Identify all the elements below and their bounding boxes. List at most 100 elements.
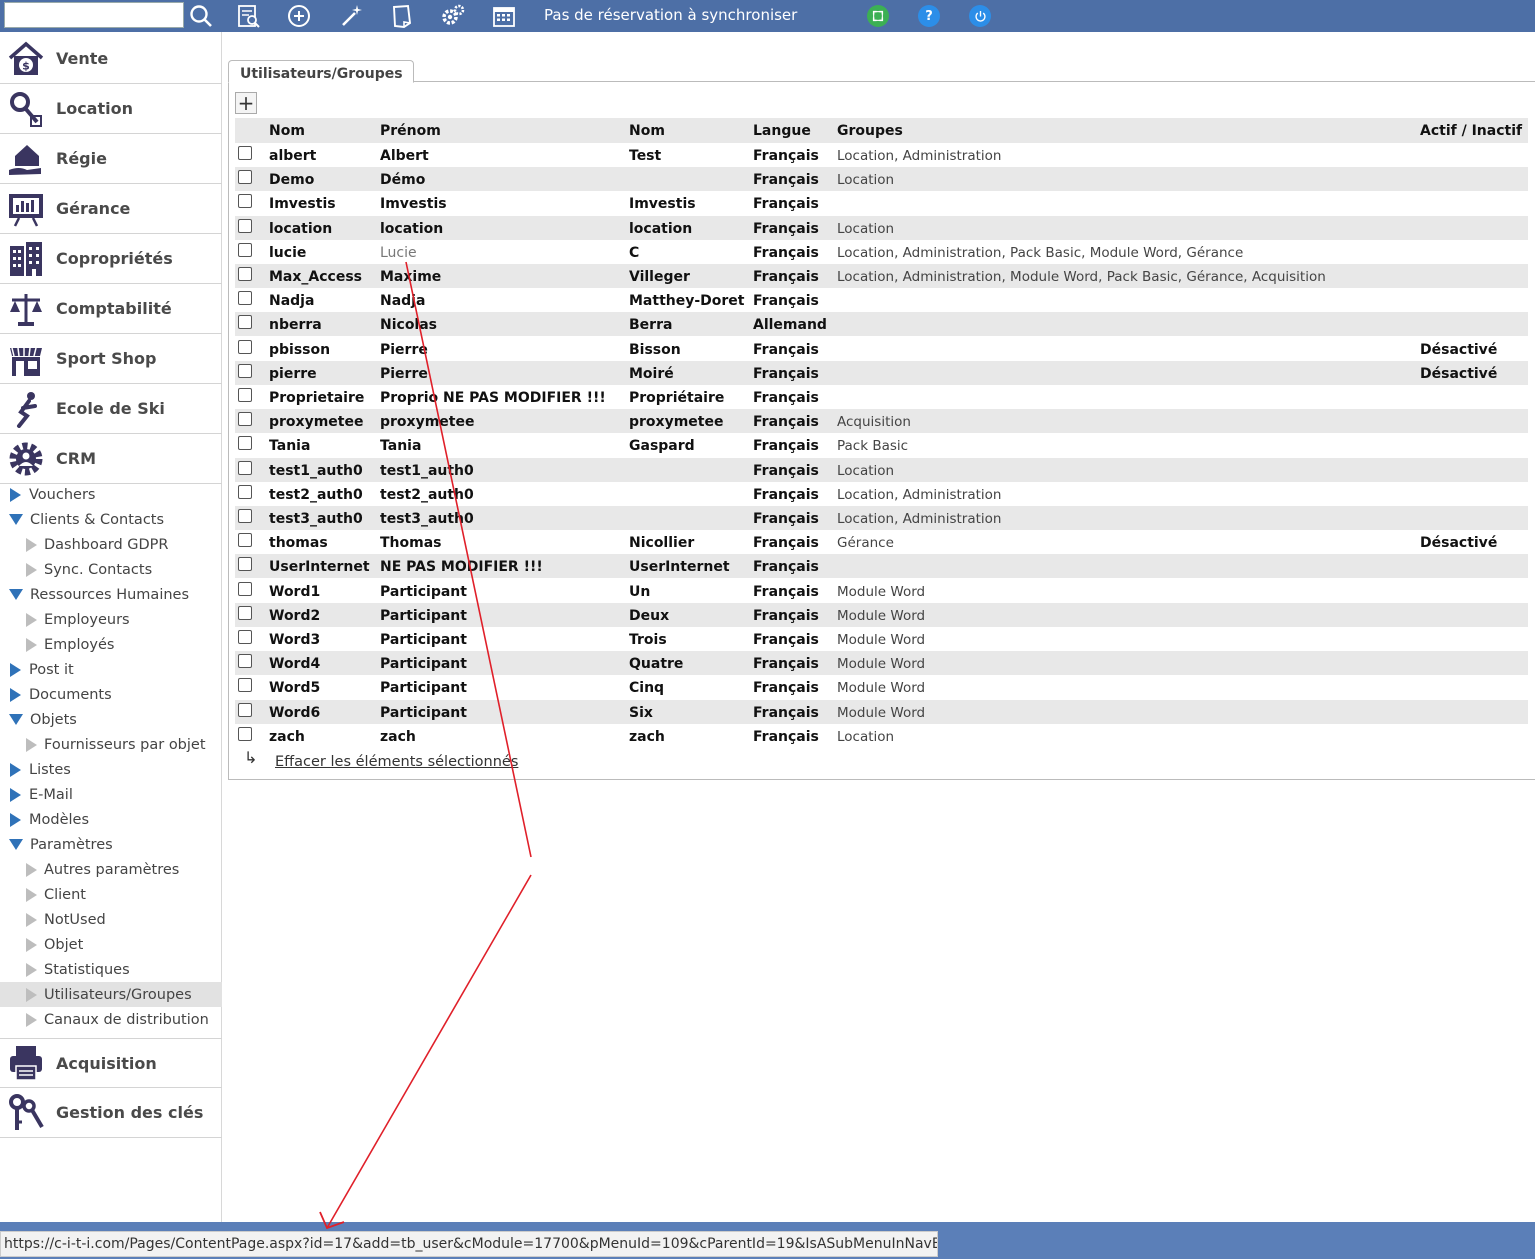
module-coproprietes[interactable]: Copropriétés [0, 234, 222, 284]
table-row[interactable]: proxymetee proxymetee proxymetee Français Ac… [235, 409, 1528, 434]
cell-login[interactable]: Word2 [269, 608, 320, 624]
tab-utilisateurs-groupes[interactable]: Utilisateurs/Groupes [228, 60, 414, 83]
cell-login[interactable]: thomas [269, 535, 328, 551]
cell-login[interactable]: Proprietaire [269, 390, 364, 406]
table-row[interactable]: Imvestis Imvestis Imvestis Français [235, 191, 1528, 215]
cell-login[interactable]: Tania [269, 438, 310, 454]
table-row[interactable]: pierre Pierre Moiré Français Désactivé [235, 360, 1528, 385]
module-location[interactable]: Location [0, 84, 222, 134]
tree-item-autres-parametres[interactable]: Autres paramètres [0, 857, 222, 882]
table-row[interactable]: Word2 Participant Deux Français Module Word [235, 602, 1528, 627]
table-row[interactable]: test3_auth0 test3_auth0 Français Location, … [235, 506, 1528, 530]
column-header-prenom[interactable]: Prénom [380, 123, 441, 139]
row-checkbox[interactable] [238, 412, 252, 427]
row-checkbox[interactable] [238, 702, 252, 717]
row-checkbox[interactable] [238, 363, 252, 378]
table-row[interactable]: zach zach zach Français Location [235, 724, 1528, 748]
module-vente[interactable]: $ Vente [0, 34, 222, 84]
module-gestion-des-cles[interactable]: Gestion des clés [0, 1088, 222, 1138]
table-row[interactable]: nberra Nicolas Berra Allemand [235, 312, 1528, 337]
cell-login[interactable]: Nadja [269, 293, 314, 309]
cell-login[interactable]: Word3 [269, 632, 320, 648]
cell-login[interactable]: Word4 [269, 656, 320, 672]
tree-item-notused[interactable]: NotUsed [0, 907, 222, 932]
tree-item-ressources-humaines[interactable]: Ressources Humaines [0, 582, 222, 607]
report-search-icon[interactable] [233, 1, 263, 31]
row-checkbox[interactable] [238, 170, 252, 185]
cell-login[interactable]: nberra [269, 317, 322, 333]
table-row[interactable]: Nadja Nadja Matthey-Doret Français [235, 288, 1528, 312]
tree-item-vouchers[interactable]: Vouchers [0, 482, 222, 507]
tree-item-documents[interactable]: Documents [0, 682, 222, 707]
cell-login[interactable]: test1_auth0 [269, 463, 363, 479]
cell-login[interactable]: Max_Access [269, 269, 362, 285]
column-header-login[interactable]: Nom [269, 123, 305, 139]
tree-item-listes[interactable]: Listes [0, 757, 222, 782]
search-icon[interactable] [186, 1, 216, 31]
cell-login[interactable]: location [269, 221, 332, 237]
table-row[interactable]: thomas Thomas Nicollier Français Gérance Désa… [235, 530, 1528, 554]
row-checkbox[interactable] [238, 484, 252, 499]
table-row[interactable]: UserInternet NE PAS MODIFIER !!! UserInter… [235, 554, 1528, 579]
table-row[interactable]: Word3 Participant Trois Français Module Word [235, 627, 1528, 651]
table-row[interactable]: pbisson Pierre Bisson Français Désactivé [235, 337, 1528, 361]
note-icon[interactable] [386, 1, 416, 31]
row-checkbox[interactable] [238, 509, 252, 523]
cell-login[interactable]: Word1 [269, 584, 320, 600]
settings-gears-icon[interactable] [438, 1, 468, 31]
tree-item-employeurs[interactable]: Employeurs [0, 607, 222, 632]
cell-login[interactable]: Word6 [269, 705, 320, 721]
column-header-actif-inactif[interactable]: Actif / Inactif [1420, 123, 1522, 139]
tree-item-post-it[interactable]: Post it [0, 657, 222, 682]
row-checkbox[interactable] [238, 194, 252, 209]
cell-login[interactable]: proxymetee [269, 414, 363, 430]
cell-login[interactable]: Imvestis [269, 196, 336, 212]
cell-login[interactable]: Demo [269, 172, 314, 188]
table-row[interactable]: test2_auth0 test2_auth0 Français Location, … [235, 482, 1528, 506]
table-row[interactable]: test1_auth0 test1_auth0 Français Location [235, 457, 1528, 482]
tree-item-employes[interactable]: Employés [0, 632, 222, 657]
row-checkbox[interactable] [238, 557, 252, 572]
power-icon[interactable] [969, 5, 991, 27]
row-checkbox[interactable] [238, 533, 252, 548]
row-checkbox[interactable] [238, 726, 252, 741]
module-sport-shop[interactable]: Sport Shop [0, 334, 222, 384]
magic-wand-icon[interactable] [336, 1, 366, 31]
table-row[interactable]: Demo Démo Français Location [235, 167, 1528, 192]
fullscreen-icon[interactable] [867, 5, 889, 27]
module-ecole-de-ski[interactable]: Ecole de Ski [0, 384, 222, 434]
row-checkbox[interactable] [238, 146, 252, 160]
column-header-nom[interactable]: Nom [629, 123, 665, 139]
tree-item-objets[interactable]: Objets [0, 707, 222, 732]
tree-item-client[interactable]: Client [0, 882, 222, 907]
table-row[interactable]: Tania Tania Gaspard Français Pack Basic [235, 433, 1528, 457]
row-checkbox[interactable] [238, 460, 252, 475]
tree-item-email[interactable]: E-Mail [0, 782, 222, 807]
cell-login[interactable]: pierre [269, 366, 317, 382]
row-checkbox[interactable] [238, 654, 252, 669]
table-row[interactable]: Word5 Participant Cinq Français Module Word [235, 675, 1528, 699]
row-checkbox[interactable] [238, 218, 252, 233]
table-row[interactable]: albert Albert Test Français Location, Admini… [235, 143, 1528, 167]
tree-item-dashboard-gdpr[interactable]: Dashboard GDPR [0, 532, 222, 557]
delete-selected-link[interactable]: Effacer les éléments sélectionnés [275, 754, 518, 770]
table-row[interactable]: Word4 Participant Quatre Français Module Wor… [235, 651, 1528, 676]
cell-login[interactable]: lucie [269, 245, 306, 261]
tree-item-modeles[interactable]: Modèles [0, 807, 222, 832]
row-checkbox[interactable] [238, 605, 252, 620]
cell-login[interactable]: Word5 [269, 680, 320, 696]
module-acquisition[interactable]: Acquisition [0, 1038, 222, 1088]
calendar-icon[interactable] [489, 1, 519, 31]
row-checkbox[interactable] [238, 678, 252, 693]
tree-item-sync-contacts[interactable]: Sync. Contacts [0, 557, 222, 582]
row-checkbox[interactable] [238, 630, 252, 644]
help-icon[interactable]: ? [918, 5, 940, 27]
tree-item-utilisateurs-groupes[interactable]: Utilisateurs/Groupes [0, 982, 222, 1007]
tree-item-statistiques[interactable]: Statistiques [0, 957, 222, 982]
module-gerance[interactable]: Gérance [0, 184, 222, 234]
row-checkbox[interactable] [238, 315, 252, 330]
row-checkbox[interactable] [238, 436, 252, 451]
table-row[interactable]: Max_Access Maxime Villeger Français Location… [235, 264, 1528, 288]
row-checkbox[interactable] [238, 388, 252, 402]
add-circle-icon[interactable] [284, 1, 314, 31]
